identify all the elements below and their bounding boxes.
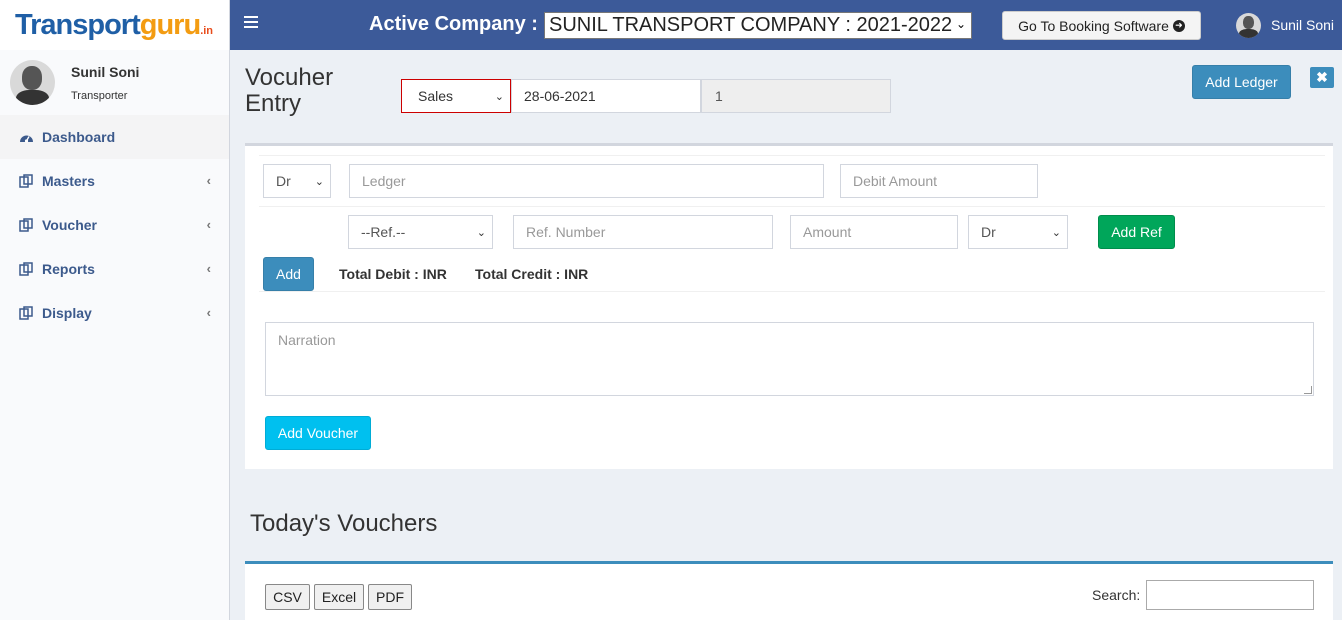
add-voucher-button[interactable]: Add Voucher xyxy=(265,416,371,450)
sidebar: Transportguru.in Sunil Soni Transporter … xyxy=(0,0,230,620)
add-ledger-button[interactable]: Add Ledger xyxy=(1192,65,1291,99)
row-divider xyxy=(259,206,1325,207)
ref-type-value: --Ref.-- xyxy=(361,224,406,240)
todays-vouchers-title: Today's Vouchers xyxy=(250,510,438,537)
voucher-date-input[interactable]: 28-06-2021 xyxy=(511,79,701,113)
header-user-name[interactable]: Sunil Soni xyxy=(1271,17,1334,33)
company-select[interactable]: SUNIL TRANSPORT COMPANY : 2021-2022 ⌄ xyxy=(544,12,972,39)
chevron-down-icon: ⌄ xyxy=(476,227,486,239)
debit-amount-input[interactable]: Debit Amount xyxy=(840,164,1038,198)
sidebar-item-reports[interactable]: Reports ‹ xyxy=(0,247,229,291)
close-icon[interactable]: ✖ xyxy=(1310,67,1334,88)
chevron-down-icon: ⌄ xyxy=(494,91,504,103)
search-input[interactable] xyxy=(1146,580,1314,610)
narration-textarea[interactable]: Narration xyxy=(265,322,1314,396)
brand-part-1: Transport xyxy=(15,8,141,41)
avatar xyxy=(10,60,55,105)
drcr-value: Dr xyxy=(276,173,291,189)
add-ref-button[interactable]: Add Ref xyxy=(1098,215,1175,249)
search-label: Search: xyxy=(1092,587,1141,603)
total-debit: Total Debit : INR xyxy=(339,266,447,282)
pdf-button[interactable]: PDF xyxy=(368,584,412,610)
copy-icon xyxy=(18,262,34,276)
ref-number-input[interactable]: Ref. Number xyxy=(513,215,773,249)
ref-drcr-select[interactable]: Dr ⌄ xyxy=(968,215,1068,249)
brand-logo[interactable]: Transportguru.in xyxy=(0,0,229,50)
company-select-value: SUNIL TRANSPORT COMPANY : 2021-2022 xyxy=(549,14,953,36)
chevron-left-icon: ‹ xyxy=(206,305,211,320)
sidebar-menu: Dashboard Masters ‹ Voucher ‹ Reports ‹ xyxy=(0,115,229,335)
page-title: Vocuher Entry xyxy=(245,64,334,117)
total-credit: Total Credit : INR xyxy=(475,266,589,282)
csv-button[interactable]: CSV xyxy=(265,584,310,610)
sidebar-item-display[interactable]: Display ‹ xyxy=(0,291,229,335)
ref-amount-input[interactable]: Amount xyxy=(790,215,958,249)
ref-type-select[interactable]: --Ref.-- ⌄ xyxy=(348,215,493,249)
sidebar-item-label: Dashboard xyxy=(42,129,116,145)
excel-button[interactable]: Excel xyxy=(314,584,364,610)
sidebar-item-label: Masters xyxy=(42,173,95,189)
chevron-down-icon: ⌄ xyxy=(314,176,324,188)
sidebar-item-voucher[interactable]: Voucher ‹ xyxy=(0,203,229,247)
header-avatar[interactable] xyxy=(1236,13,1261,38)
chevron-left-icon: ‹ xyxy=(206,173,211,188)
sidebar-item-label: Voucher xyxy=(42,217,97,233)
narration-placeholder: Narration xyxy=(278,332,336,348)
drcr-select[interactable]: Dr ⌄ xyxy=(263,164,331,198)
copy-icon xyxy=(18,218,34,232)
sidebar-item-label: Display xyxy=(42,305,92,321)
dashboard-icon xyxy=(18,130,34,144)
chevron-down-icon: ⌄ xyxy=(1051,227,1061,239)
top-navbar: Active Company : SUNIL TRANSPORT COMPANY… xyxy=(230,0,1342,50)
arrow-circle-right-icon: ➜ xyxy=(1172,19,1185,32)
ref-drcr-value: Dr xyxy=(981,224,996,240)
chevron-left-icon: ‹ xyxy=(206,217,211,232)
user-name: Sunil Soni xyxy=(71,64,140,80)
voucher-type-value: Sales xyxy=(418,88,454,104)
ledger-input[interactable]: Ledger xyxy=(349,164,824,198)
copy-icon xyxy=(18,306,34,320)
row-divider xyxy=(259,291,1325,292)
booking-button-label: Go To Booking Software xyxy=(1018,17,1169,34)
chevron-left-icon: ‹ xyxy=(206,261,211,276)
sidebar-item-dashboard[interactable]: Dashboard xyxy=(0,115,229,159)
row-divider xyxy=(259,155,1325,156)
voucher-type-select[interactable]: Sales ⌄ xyxy=(401,79,511,113)
add-button[interactable]: Add xyxy=(263,257,314,291)
menu-toggle-icon[interactable] xyxy=(244,16,258,30)
resize-handle-icon[interactable] xyxy=(1304,386,1312,394)
brand-part-3: .in xyxy=(200,24,214,37)
voucher-number-input: 1 xyxy=(701,79,891,113)
chevron-down-icon: ⌄ xyxy=(955,17,966,31)
user-role: Transporter xyxy=(71,90,128,102)
copy-icon xyxy=(18,174,34,188)
user-panel: Sunil Soni Transporter xyxy=(0,50,229,115)
active-company-label: Active Company : xyxy=(369,13,538,35)
sidebar-item-masters[interactable]: Masters ‹ xyxy=(0,159,229,203)
go-to-booking-button[interactable]: Go To Booking Software ➜ xyxy=(1002,11,1201,40)
brand-part-2: guru xyxy=(139,8,201,41)
sidebar-item-label: Reports xyxy=(42,261,95,277)
